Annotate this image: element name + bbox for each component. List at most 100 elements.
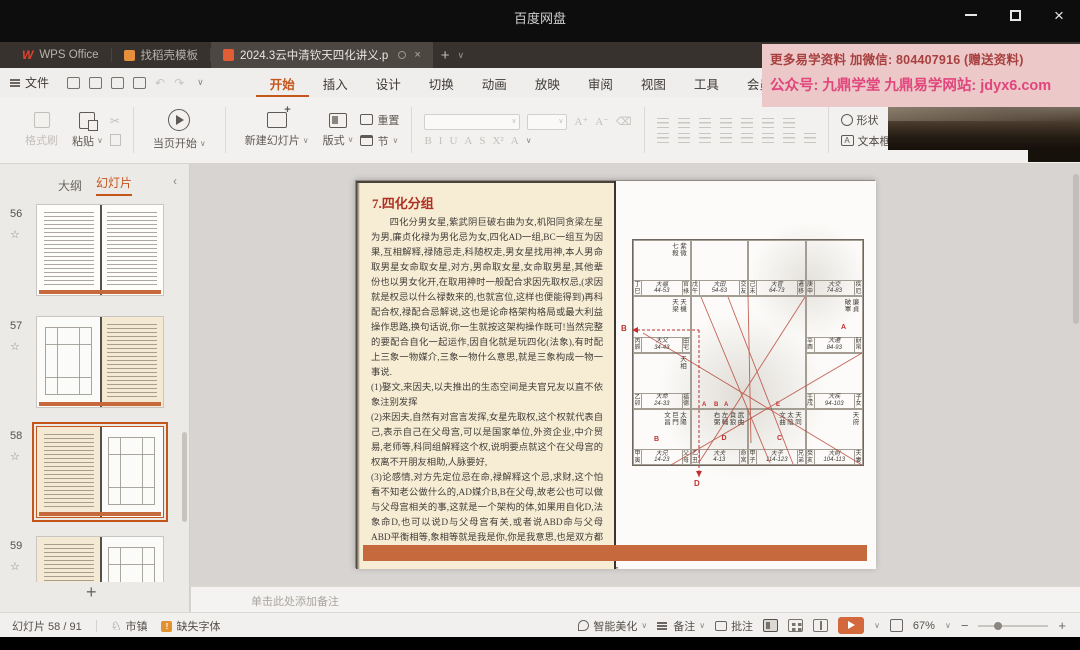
- bullets-icon[interactable]: [657, 118, 669, 128]
- decrease-indent-icon[interactable]: [699, 118, 711, 128]
- favorite-star-icon[interactable]: ☆: [10, 450, 36, 463]
- close-button[interactable]: ×: [1050, 6, 1068, 24]
- paragraph-more-icon[interactable]: [783, 133, 795, 143]
- fit-slide-icon[interactable]: [890, 619, 903, 632]
- numbering-icon[interactable]: [678, 118, 690, 128]
- slide-thumbnail-59[interactable]: [36, 536, 164, 582]
- canvas-scrollbar[interactable]: [1073, 174, 1079, 324]
- maximize-button[interactable]: [1006, 6, 1024, 24]
- text-direction-icon[interactable]: [741, 118, 753, 128]
- statusbar: 幻灯片 58 / 91 ♘ 市镇 ! 缺失字体 智能美化∨ 备注∨ 批注: [0, 612, 1080, 637]
- strikethrough-button[interactable]: S: [479, 135, 485, 147]
- layout-button[interactable]: 版式∨: [316, 113, 361, 148]
- tab-document[interactable]: 2024.3云中清钦天四化讲义.p ×: [211, 42, 433, 68]
- notes-button[interactable]: 备注∨: [657, 618, 705, 634]
- file-menu[interactable]: 文件: [0, 74, 59, 91]
- zoom-chevron-icon[interactable]: ∨: [945, 621, 951, 630]
- bold-button[interactable]: B: [424, 135, 431, 147]
- menu-view[interactable]: 视图: [627, 68, 680, 98]
- align-left-icon[interactable]: [657, 133, 669, 143]
- clear-format-icon[interactable]: ⌫: [616, 115, 632, 128]
- tab-slides[interactable]: 幻灯片: [96, 174, 132, 196]
- menu-transition[interactable]: 切换: [415, 68, 468, 98]
- slide-58-content[interactable]: 7.四化分组 四化分男女星,紫武阴巨破右曲为女,机阳同贪梁左星为男,廉贞化禄为男…: [355, 180, 875, 568]
- format-painter-button[interactable]: 格式刷: [18, 112, 65, 148]
- missing-font-warning[interactable]: ! 缺失字体: [161, 618, 220, 634]
- reset-button[interactable]: 重置: [360, 112, 399, 128]
- distribute-icon[interactable]: [741, 133, 753, 143]
- add-slide-button[interactable]: +: [86, 582, 97, 603]
- increase-font-button[interactable]: A⁺: [574, 115, 588, 128]
- zoom-slider-knob[interactable]: [994, 622, 1002, 630]
- save-icon[interactable]: [67, 77, 80, 89]
- slideshow-play-button[interactable]: [838, 617, 864, 634]
- slide-thumbnail-56[interactable]: [36, 204, 164, 296]
- tab-outline[interactable]: 大纲: [58, 177, 82, 194]
- new-slide-button[interactable]: 新建幻灯片∨: [238, 112, 316, 148]
- section-button[interactable]: 节∨: [360, 133, 399, 149]
- notes-bar[interactable]: 单击此处添加备注: [191, 586, 1080, 612]
- increase-indent-icon[interactable]: [720, 118, 732, 128]
- reset-icon: [360, 114, 373, 125]
- align-right-icon[interactable]: [699, 133, 711, 143]
- menu-slideshow[interactable]: 放映: [521, 68, 574, 98]
- favorite-star-icon[interactable]: ☆: [10, 560, 36, 573]
- smart-beautify-button[interactable]: 智能美化∨: [578, 618, 647, 634]
- favorite-star-icon[interactable]: ☆: [10, 228, 36, 241]
- copy-icon[interactable]: [110, 134, 121, 146]
- undo-icon[interactable]: ↶: [155, 76, 165, 90]
- menu-design[interactable]: 设计: [362, 68, 415, 98]
- sidebar-scrollbar[interactable]: [182, 432, 187, 522]
- zoom-out-button[interactable]: −: [961, 618, 969, 633]
- paragraph-layout-icon[interactable]: [804, 133, 816, 143]
- print-icon[interactable]: [111, 77, 124, 89]
- notes-icon: [657, 625, 667, 627]
- play-from-current-button[interactable]: 当页开始∨: [146, 109, 213, 151]
- print-preview-icon[interactable]: [133, 77, 146, 89]
- slide-sorter-view-button[interactable]: [788, 619, 803, 632]
- minimize-button[interactable]: [962, 6, 980, 24]
- paste-button[interactable]: 粘贴∨: [65, 112, 110, 149]
- menu-animation[interactable]: 动画: [468, 68, 521, 98]
- star-name: 巨門: [672, 412, 680, 426]
- favorite-star-icon[interactable]: ☆: [10, 340, 36, 353]
- menu-review[interactable]: 审阅: [574, 68, 627, 98]
- section-title: 7.四化分组: [372, 193, 604, 212]
- superscript-button[interactable]: X²: [492, 135, 503, 147]
- qat-chevron-icon[interactable]: ∨: [197, 77, 204, 88]
- comments-button[interactable]: 批注: [715, 618, 753, 634]
- tab-docer[interactable]: 找稻壳模板: [112, 42, 211, 68]
- slide-thumbnail-57[interactable]: [36, 316, 164, 408]
- slide-thumbnail-58-selected[interactable]: [36, 426, 164, 518]
- new-tab-button[interactable]: +: [433, 42, 458, 68]
- theme-indicator[interactable]: ♘ 市镇: [111, 618, 148, 634]
- slide-counter: 幻灯片 58 / 91: [12, 618, 82, 634]
- zoom-in-button[interactable]: +: [1058, 618, 1066, 633]
- menu-home[interactable]: 开始: [256, 68, 309, 98]
- decrease-font-button[interactable]: A⁻: [595, 115, 609, 128]
- export-icon[interactable]: [89, 77, 102, 89]
- normal-view-button[interactable]: [763, 619, 778, 632]
- play-options-chevron-icon[interactable]: ∨: [874, 621, 880, 630]
- font-size-combobox[interactable]: [527, 114, 567, 130]
- line-spacing-icon[interactable]: [762, 118, 774, 128]
- char-spacing-button[interactable]: A: [464, 135, 472, 147]
- font-color-button[interactable]: A: [511, 135, 519, 147]
- italic-button[interactable]: I: [439, 135, 443, 147]
- menu-tools[interactable]: 工具: [680, 68, 733, 98]
- collapse-panel-icon[interactable]: ‹: [173, 174, 177, 188]
- tab-wps-home[interactable]: W WPS Office: [10, 42, 111, 68]
- menu-insert[interactable]: 插入: [309, 68, 362, 98]
- justify-icon[interactable]: [720, 133, 732, 143]
- reading-view-button[interactable]: [813, 619, 828, 632]
- cut-icon[interactable]: ✂: [110, 114, 121, 128]
- tab-close-icon[interactable]: ×: [414, 49, 420, 61]
- redo-icon[interactable]: ↷: [174, 76, 184, 90]
- columns-icon[interactable]: [783, 118, 795, 128]
- smartart-icon[interactable]: [762, 133, 774, 143]
- zoom-slider[interactable]: [978, 625, 1048, 627]
- font-name-combobox[interactable]: [424, 114, 520, 130]
- align-center-icon[interactable]: [678, 133, 690, 143]
- underline-button[interactable]: U: [449, 135, 457, 147]
- tab-list-chevron-icon[interactable]: ∨: [458, 42, 471, 68]
